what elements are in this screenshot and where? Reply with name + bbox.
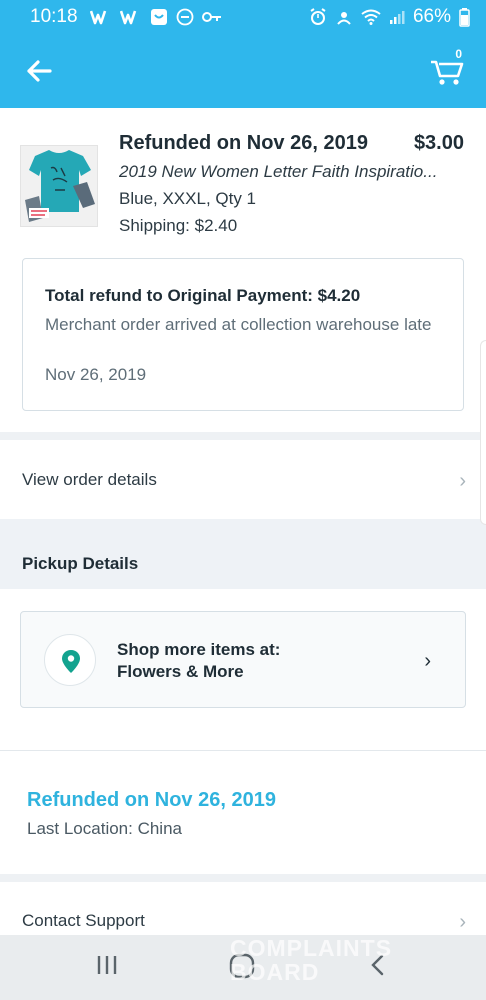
product-variant: Blue, XXXL, Qty 1 xyxy=(119,189,257,208)
shop-name: Flowers & More xyxy=(117,662,244,681)
back-arrow-icon xyxy=(27,60,52,82)
wish-notification-icon xyxy=(89,10,106,25)
cart-icon xyxy=(431,60,464,85)
product-summary: Refunded on Nov 26, 2019 $3.00 2019 New … xyxy=(0,108,486,250)
view-order-details-label: View order details xyxy=(22,470,157,489)
product-price: $3.00 xyxy=(413,132,464,154)
battery-icon xyxy=(459,7,470,27)
product-refund-status: Refunded on Nov 26, 2019 xyxy=(119,132,368,154)
refund-reason: Merchant order arrived at collection war… xyxy=(45,315,432,334)
refund-total: Total refund to Original Payment: $4.20 xyxy=(45,286,361,305)
watermark: COMPLAINTS BOARD xyxy=(230,936,392,984)
tshirt-image xyxy=(21,146,97,226)
shop-more-label: Shop more items at: xyxy=(117,640,281,659)
watermark-line2: BOARD xyxy=(230,959,320,985)
wifi-icon xyxy=(361,9,381,25)
cart-count-badge: 0 xyxy=(455,47,462,61)
section-divider xyxy=(0,432,486,440)
do-not-disturb-icon xyxy=(176,8,193,26)
hotspot-icon xyxy=(337,12,351,25)
notification-icons xyxy=(89,8,222,26)
back-button[interactable] xyxy=(22,54,56,88)
pickup-details-title: Pickup Details xyxy=(22,554,139,573)
product-shipping: Shipping: $2.40 xyxy=(119,216,238,235)
view-order-details-row[interactable]: View order details › xyxy=(0,442,486,518)
section-divider xyxy=(0,874,486,882)
status-bar: 10:18 66% xyxy=(0,0,486,34)
key-icon xyxy=(201,12,221,22)
divider xyxy=(0,750,486,751)
tracking-status: Refunded on Nov 26, 2019 xyxy=(27,789,276,811)
shop-more-card[interactable]: Shop more items at: Flowers & More › xyxy=(20,611,466,708)
app-bar: 0 xyxy=(0,34,486,108)
watermark-line1: COMPLAINTS xyxy=(230,935,393,961)
recent-apps-button[interactable] xyxy=(95,953,119,982)
refund-info-card: Total refund to Original Payment: $4.20 … xyxy=(22,258,464,411)
status-time: 10:18 xyxy=(30,6,78,27)
cart-button[interactable]: 0 xyxy=(428,47,468,90)
system-icons: 66% xyxy=(309,6,470,28)
contact-support-label: Contact Support xyxy=(22,911,145,930)
location-pin-badge xyxy=(44,634,96,686)
wish-notification-icon xyxy=(119,10,136,25)
pickup-details-header: Pickup Details xyxy=(0,519,486,589)
recent-apps-icon xyxy=(97,956,117,974)
chevron-right-icon: › xyxy=(424,650,431,672)
scroll-indicator[interactable] xyxy=(480,340,486,525)
refund-date: Nov 26, 2019 xyxy=(45,365,147,384)
location-pin-icon xyxy=(62,650,80,673)
product-image[interactable] xyxy=(20,145,98,227)
chevron-right-icon: › xyxy=(459,911,466,933)
messenger-icon xyxy=(150,9,167,25)
tracking-location: Last Location: China xyxy=(27,819,182,838)
chevron-right-icon: › xyxy=(459,470,466,492)
product-name[interactable]: 2019 New Women Letter Faith Inspiratio..… xyxy=(119,162,467,182)
signal-icon xyxy=(389,11,405,24)
battery-percentage: 66% xyxy=(412,6,451,27)
alarm-icon xyxy=(310,8,326,25)
